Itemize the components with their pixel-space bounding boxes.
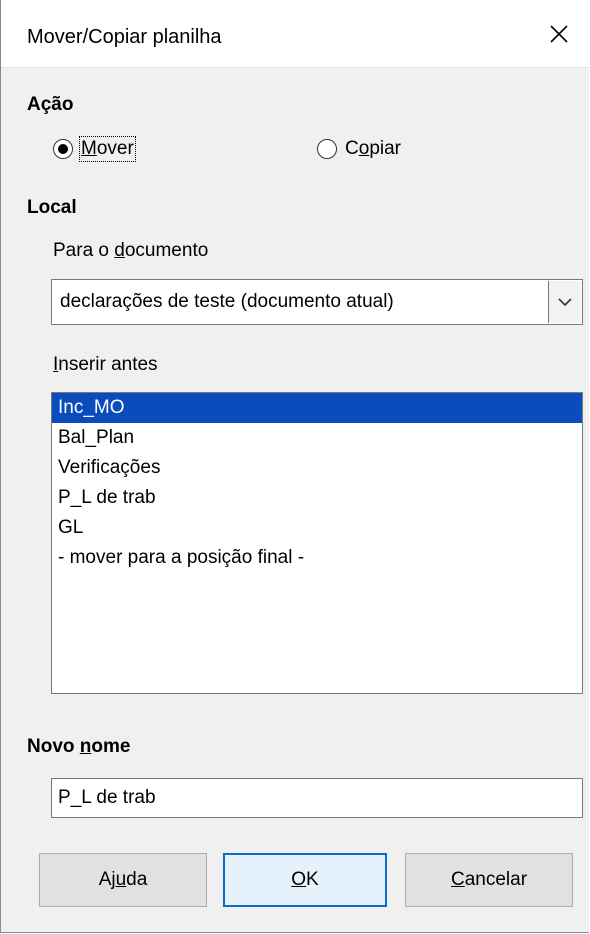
list-item[interactable]: P_L de trab bbox=[52, 483, 582, 513]
action-section-label: Ação bbox=[27, 94, 74, 115]
dialog-title: Mover/Copiar planilha bbox=[27, 26, 222, 48]
list-item[interactable]: - mover para a posição final - bbox=[52, 543, 582, 573]
dropdown-toggle[interactable] bbox=[548, 281, 581, 323]
copy-radio-label: Copiar bbox=[345, 138, 401, 159]
list-item[interactable]: Inc_MO bbox=[52, 393, 582, 423]
move-radio-label: Mover bbox=[79, 136, 136, 162]
document-dropdown-value: declarações de teste (documento atual) bbox=[60, 291, 394, 312]
new-name-input[interactable]: P_L de trab bbox=[51, 778, 583, 818]
radio-selected-dot bbox=[58, 144, 68, 154]
list-item[interactable]: GL bbox=[52, 513, 582, 543]
document-dropdown[interactable]: declarações de teste (documento atual) bbox=[51, 279, 583, 325]
list-item[interactable]: Verificações bbox=[52, 453, 582, 483]
close-button[interactable] bbox=[527, 0, 590, 68]
close-icon bbox=[550, 25, 568, 43]
copy-radio[interactable]: Copiar bbox=[317, 138, 401, 160]
insert-before-listbox[interactable]: Inc_MO Bal_Plan Verificações P_L de trab… bbox=[51, 392, 583, 694]
help-button[interactable]: Ajuda bbox=[39, 853, 207, 907]
new-name-label: Novo nome bbox=[27, 736, 131, 757]
move-radio-circle[interactable] bbox=[53, 139, 73, 159]
ok-button-label: OK bbox=[291, 869, 319, 890]
to-document-label: Para o documento bbox=[53, 240, 209, 261]
help-button-label: Ajuda bbox=[98, 869, 148, 890]
insert-before-label: Inserir antes bbox=[53, 354, 158, 375]
list-item[interactable]: Bal_Plan bbox=[52, 423, 582, 453]
cancel-button-label: Cancelar bbox=[450, 869, 528, 890]
chevron-down-icon bbox=[558, 298, 572, 307]
move-copy-sheet-dialog: Mover/Copiar planilha Ação Mover Copiar … bbox=[0, 0, 590, 933]
move-radio[interactable]: Mover bbox=[53, 136, 136, 162]
ok-button[interactable]: OK bbox=[223, 853, 387, 907]
cancel-button[interactable]: Cancelar bbox=[405, 853, 573, 907]
local-section-label: Local bbox=[27, 197, 77, 218]
copy-radio-circle[interactable] bbox=[317, 139, 337, 159]
title-bar: Mover/Copiar planilha bbox=[1, 0, 590, 68]
